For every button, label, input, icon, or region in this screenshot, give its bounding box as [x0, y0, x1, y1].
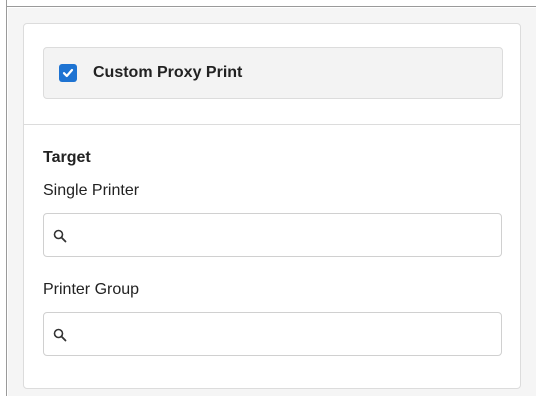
panel-background: Custom Proxy Print Target Single Printer… [8, 8, 536, 396]
custom-proxy-print-header[interactable]: Custom Proxy Print [43, 47, 503, 99]
target-section-title: Target [43, 149, 91, 166]
settings-card: Custom Proxy Print Target Single Printer… [23, 23, 521, 389]
window-top-border [0, 0, 536, 7]
printer-group-search-input[interactable] [74, 313, 494, 355]
single-printer-label: Single Printer [43, 182, 140, 199]
printer-group-search-field[interactable] [43, 312, 502, 356]
checkmark-icon [62, 68, 74, 78]
printer-group-label: Printer Group [43, 281, 140, 298]
search-icon [53, 229, 67, 243]
section-divider [24, 124, 520, 125]
custom-proxy-print-label[interactable]: Custom Proxy Print [93, 63, 242, 83]
search-icon [53, 328, 67, 342]
single-printer-search-input[interactable] [74, 214, 494, 256]
single-printer-search-field[interactable] [43, 213, 502, 257]
custom-proxy-print-checkbox[interactable] [59, 64, 77, 82]
window-left-border [0, 0, 7, 396]
